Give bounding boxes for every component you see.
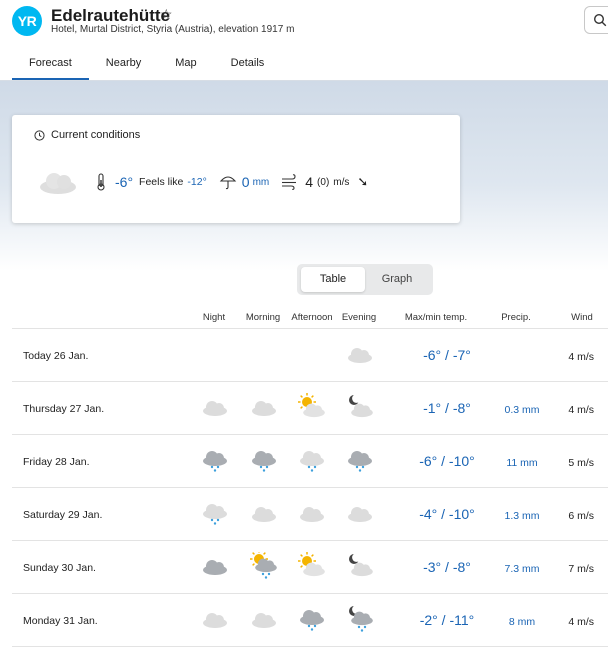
cloud-icon: [300, 507, 324, 522]
col-afternoon: Afternoon: [291, 312, 333, 323]
site-header: YR Edelrautehütte ☆ Hotel, Murtal Distri…: [0, 0, 608, 80]
umbrella-icon: [219, 176, 236, 190]
row-day: Friday 28 Jan.: [23, 456, 90, 468]
cloud-icon: [348, 348, 372, 363]
cloud-icon: [203, 401, 227, 416]
current-conditions-heading: Current conditions: [34, 129, 140, 141]
snow-icon: [203, 504, 227, 525]
tab-map[interactable]: Map: [158, 50, 213, 80]
col-night: Night: [202, 312, 226, 323]
page-title: Edelrautehütte: [51, 6, 171, 25]
cloud-icon: [252, 401, 276, 416]
cloud-icon: [203, 613, 227, 628]
dark-cloud-icon: [203, 560, 227, 575]
row-day: Thursday 27 Jan.: [23, 403, 105, 415]
heavy-snow-icon: [203, 451, 227, 472]
nav-tabs: Forecast Nearby Map Details: [12, 50, 281, 80]
row-wind: 4 m/s: [568, 404, 594, 416]
feels-like-value: -12°: [187, 176, 207, 188]
table-row[interactable]: Saturday 29 Jan. -4° / -10° 1.3 mm 6 m/s: [12, 488, 608, 541]
heavy-snow-icon: [348, 451, 372, 472]
tab-forecast[interactable]: Forecast: [12, 50, 89, 80]
cloud-icon: [252, 507, 276, 522]
current-temperature: -6°: [115, 174, 134, 190]
row-day: Today 26 Jan.: [23, 350, 89, 362]
feels-like-label: Feels like: [139, 176, 184, 188]
current-wind-unit: m/s: [333, 176, 350, 188]
location-subtitle: Hotel, Murtal District, Styria (Austria)…: [51, 24, 295, 35]
sun-snow-icon: [250, 552, 277, 579]
row-precip: 7.3 mm: [504, 563, 540, 575]
col-evening: Evening: [341, 312, 377, 323]
current-precip-unit: mm: [252, 176, 270, 188]
cloud-icon: [40, 173, 76, 194]
row-precip: 0.3 mm: [504, 404, 540, 416]
row-wind: 6 m/s: [568, 510, 594, 522]
row-precip: 11 mm: [506, 457, 538, 469]
row-wind: 4 m/s: [568, 351, 594, 363]
current-conditions-card: Current conditions -6° Feels like -12° 0…: [12, 115, 460, 223]
row-maxmin-temp: -2° / -11°: [419, 612, 475, 628]
current-conditions-label: Current conditions: [51, 129, 141, 141]
row-maxmin-temp: -6° / -10°: [419, 453, 475, 469]
cloud-icon: [252, 613, 276, 628]
table-row[interactable]: Today 26 Jan. -6° / -7° 4 m/s: [12, 329, 608, 382]
favorite-star-icon[interactable]: ☆: [160, 6, 173, 23]
moon-cloud-icon: [349, 553, 373, 577]
row-maxmin-temp: -4° / -10°: [419, 506, 475, 522]
view-toggle: Table Graph: [297, 264, 433, 295]
thermometer-icon: [97, 173, 105, 191]
wind-icon: [282, 174, 297, 190]
row-day: Monday 31 Jan.: [23, 615, 98, 627]
table-row[interactable]: Monday 31 Jan. -2° / -11° 8 mm 4 m/s: [12, 594, 608, 647]
heavy-snow-icon: [252, 451, 276, 472]
col-maxmin: Max/min temp.: [404, 312, 468, 323]
cloud-icon: [348, 507, 372, 522]
search-button[interactable]: [584, 6, 608, 34]
current-wind-gust: (0): [317, 176, 330, 188]
sun-cloud-icon: [298, 552, 325, 577]
row-wind: 7 m/s: [568, 563, 594, 575]
table-row[interactable]: Friday 28 Jan. -6° / -10° 11 mm 5 m/s: [12, 435, 608, 488]
current-conditions-row: -6° Feels like -12° 0 mm 4 (0) m/s ➘: [37, 157, 368, 207]
moon-cloud-icon: [349, 394, 373, 418]
clock-icon: [34, 129, 45, 141]
current-precip-value: 0: [241, 174, 250, 190]
row-maxmin-temp: -3° / -8°: [423, 559, 471, 575]
row-day: Sunday 30 Jan.: [23, 562, 96, 574]
current-wind-value: 4: [305, 174, 314, 190]
heavy-snow-icon: [300, 610, 324, 631]
col-precip: Precip.: [501, 312, 531, 323]
col-wind: Wind: [571, 312, 593, 323]
sun-cloud-icon: [298, 393, 325, 418]
row-wind: 5 m/s: [568, 457, 594, 469]
row-precip: 1.3 mm: [504, 510, 540, 522]
row-wind: 4 m/s: [568, 616, 594, 628]
moon-snow-icon: [349, 605, 373, 632]
wind-direction-arrow-icon: ➘: [357, 174, 369, 189]
search-icon: [593, 13, 607, 27]
snow-icon: [300, 451, 324, 472]
yr-logo[interactable]: YR: [12, 6, 42, 36]
row-maxmin-temp: -1° / -8°: [423, 400, 471, 416]
col-morning: Morning: [245, 312, 281, 323]
graph-view-button[interactable]: Graph: [365, 267, 429, 292]
row-precip: 8 mm: [508, 616, 536, 628]
table-view-button[interactable]: Table: [301, 267, 365, 292]
table-row[interactable]: Sunday 30 Jan. -3° / -8° 7.3 mm 7 m/s: [12, 541, 608, 594]
tab-nearby[interactable]: Nearby: [89, 50, 158, 80]
tab-details[interactable]: Details: [214, 50, 282, 80]
row-day: Saturday 29 Jan.: [23, 509, 103, 521]
row-maxmin-temp: -6° / -7°: [423, 347, 471, 363]
table-row[interactable]: Thursday 27 Jan. -1° / -8° 0.3 mm 4 m/s: [12, 382, 608, 435]
